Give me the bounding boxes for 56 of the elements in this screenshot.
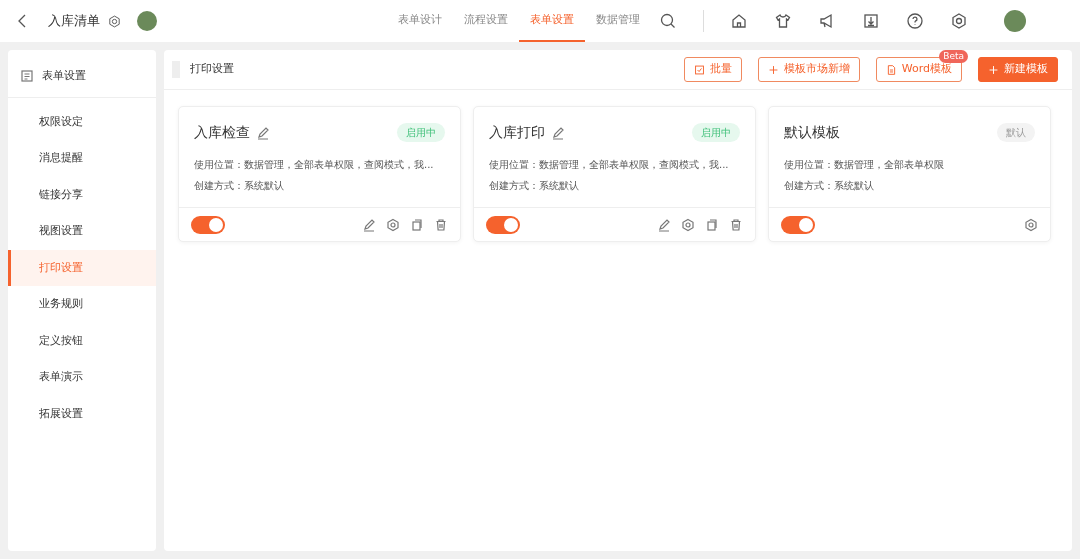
settings-icon[interactable] (950, 12, 968, 30)
download-icon[interactable] (862, 12, 880, 30)
toggle-switch[interactable] (781, 215, 815, 234)
pencil-icon[interactable] (362, 217, 376, 232)
pencil-icon[interactable] (551, 125, 565, 140)
sidebar-item[interactable]: 表单演示 (8, 359, 156, 396)
usage-text: 使用位置：数据管理，全部表单权限，查阅模式，我... (489, 158, 730, 172)
status-badge: 默认 (997, 123, 1035, 142)
trash-icon[interactable] (434, 217, 448, 232)
usage-text: 使用位置：数据管理，全部表单权限，查阅模式，我... (194, 158, 435, 172)
copy-icon[interactable] (410, 217, 424, 232)
nav-tab[interactable]: 数据管理 (585, 0, 651, 42)
creation-text: 创建方式：系统默认 (194, 179, 285, 193)
status-badge: 启用中 (692, 123, 740, 142)
card-title: 入库打印 (489, 123, 545, 142)
checkbox-icon (693, 62, 705, 77)
help-icon[interactable] (906, 12, 924, 30)
home-icon[interactable] (730, 12, 748, 30)
template-card[interactable]: 默认模板 默认 使用位置：数据管理，全部表单权限 创建方式：系统默认 (768, 106, 1051, 242)
card-title: 默认模板 (784, 123, 840, 142)
sidebar-item[interactable]: 拓展设置 (8, 395, 156, 432)
pencil-icon[interactable] (256, 125, 270, 140)
card-title: 入库检查 (194, 123, 250, 142)
creation-text: 创建方式：系统默认 (784, 179, 875, 193)
form-title: 入库清单 (48, 12, 100, 31)
pencil-icon[interactable] (657, 217, 671, 232)
template-card[interactable]: 入库打印 启用中 使用位置：数据管理，全部表单权限，查阅模式，我... 创建方式：系统默认 (473, 106, 756, 242)
status-badge: 启用中 (397, 123, 445, 142)
toggle-switch[interactable] (486, 215, 520, 234)
copy-icon[interactable] (705, 217, 719, 232)
settings-icon[interactable] (681, 217, 695, 232)
settings-icon[interactable] (108, 14, 121, 28)
document-icon (885, 62, 897, 77)
nav-tab[interactable]: 流程设置 (453, 0, 519, 42)
usage-text: 使用位置：数据管理，全部表单权限 (784, 158, 945, 172)
trash-icon[interactable] (729, 217, 743, 232)
sidebar-item[interactable]: 视图设置 (8, 213, 156, 250)
settings-icon[interactable] (386, 217, 400, 232)
toggle-switch[interactable] (191, 215, 225, 234)
sidebar-item[interactable]: 定义按钮 (8, 322, 156, 359)
settings-icon[interactable] (1024, 217, 1038, 232)
avatar[interactable] (1004, 10, 1026, 32)
search-icon[interactable] (659, 12, 677, 30)
sidebar-title: 表单设置 (42, 68, 86, 84)
nav-tab[interactable]: 表单设计 (387, 0, 453, 42)
beta-badge: Beta (939, 50, 968, 64)
sidebar-item[interactable]: 链接分享 (8, 176, 156, 213)
form-icon (20, 69, 34, 84)
sidebar-item[interactable]: 消息提醒 (8, 140, 156, 177)
creation-text: 创建方式：系统默认 (489, 179, 580, 193)
sidebar-item[interactable]: 业务规则 (8, 286, 156, 323)
sidebar-item[interactable]: 权限设定 (8, 103, 156, 140)
panel-title: 打印设置 (172, 61, 234, 78)
template-card[interactable]: 入库检查 启用中 使用位置：数据管理，全部表单权限，查阅模式，我... 创建方式：系统默认 (178, 106, 461, 242)
shirt-icon[interactable] (774, 12, 792, 30)
avatar[interactable] (137, 11, 157, 31)
